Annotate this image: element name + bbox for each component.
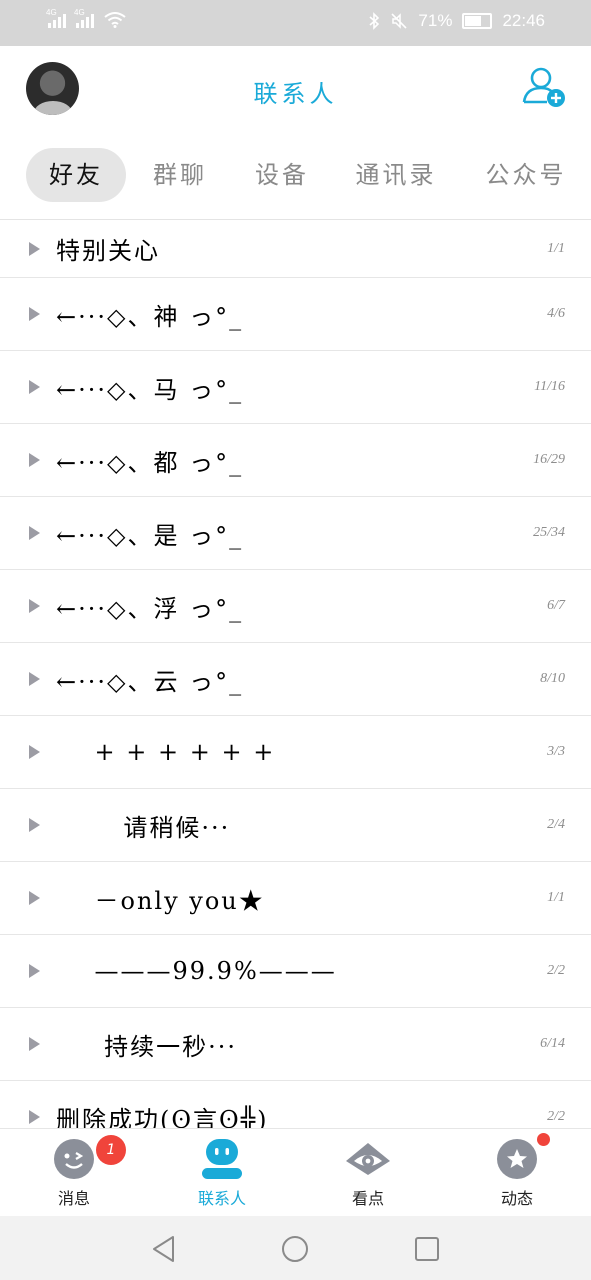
expand-arrow-icon — [29, 891, 40, 905]
nav-moments[interactable]: 动态 — [457, 1129, 577, 1217]
battery-percent: 71% — [418, 11, 453, 30]
contacts-icon — [202, 1139, 242, 1179]
expand-arrow-icon — [29, 745, 40, 759]
network-type-label: 4G — [74, 8, 85, 17]
messages-icon — [54, 1139, 94, 1179]
unread-badge: 1 — [96, 1135, 126, 1165]
tab-official-accounts[interactable]: 公众号 — [474, 148, 578, 202]
group-name: ←···◇、浮 っ°_ — [56, 594, 244, 623]
tab-address-book[interactable]: 通讯录 — [344, 148, 448, 202]
group-count: 2/4 — [547, 817, 565, 832]
expand-arrow-icon — [29, 818, 40, 832]
group-row[interactable]: ←···◇、神 っ°_ 4/6 — [0, 278, 591, 351]
group-count: 6/7 — [547, 598, 565, 613]
group-name: 删除成功(ʘ言ʘ╬) — [56, 1105, 269, 1129]
group-name: ←···◇、云 っ°_ — [56, 667, 244, 696]
group-name: ———99.9%——— — [56, 957, 337, 985]
nav-moments-label: 动态 — [500, 1189, 533, 1208]
group-row[interactable]: －only you★ 1/1 — [0, 862, 591, 935]
network-type-label: 4G — [46, 8, 57, 17]
group-name: 特别关心 — [56, 237, 160, 265]
page-title: 联系人 — [253, 80, 338, 108]
add-friend-icon[interactable] — [521, 64, 567, 110]
moments-star-icon — [497, 1139, 537, 1179]
wifi-icon — [104, 12, 126, 28]
expand-arrow-icon — [29, 599, 40, 613]
tab-groups[interactable]: 群聊 — [138, 148, 222, 202]
contact-tabs: 好友 群聊 设备 通讯录 公众号 — [0, 148, 591, 202]
group-name: ←···◇、马 っ°_ — [56, 375, 244, 404]
nav-contacts[interactable]: 联系人 — [162, 1129, 282, 1217]
home-icon[interactable] — [280, 1234, 310, 1264]
expand-arrow-icon — [29, 1037, 40, 1051]
recents-icon[interactable] — [412, 1234, 442, 1264]
group-row[interactable]: 特别关心 1/1 — [0, 220, 591, 278]
group-count: 25/34 — [533, 525, 565, 540]
clock: 22:46 — [502, 11, 545, 30]
expand-arrow-icon — [29, 453, 40, 467]
notification-dot — [537, 1133, 550, 1146]
group-name: ←···◇、是 っ°_ — [56, 521, 244, 550]
back-icon[interactable] — [149, 1234, 179, 1264]
tab-devices[interactable]: 设备 — [240, 148, 324, 202]
group-row[interactable]: 删除成功(ʘ言ʘ╬) 2/2 — [0, 1081, 591, 1128]
cell-signal-2-icon: 4G — [74, 8, 94, 28]
friend-group-list: 特别关心 1/1 ←···◇、神 っ°_ 4/6 ←···◇、马 っ°_ 11/16 … — [0, 219, 591, 1128]
expand-arrow-icon — [29, 964, 40, 978]
expand-arrow-icon — [29, 526, 40, 540]
system-nav-bar — [0, 1216, 591, 1280]
group-count: 11/16 — [534, 379, 565, 394]
group-row[interactable]: ←···◇、浮 っ°_ 6/7 — [0, 570, 591, 643]
group-row[interactable]: ←···◇、马 っ°_ 11/16 — [0, 351, 591, 424]
bluetooth-icon — [369, 12, 380, 30]
group-row[interactable]: ←···◇、都 っ°_ 16/29 — [0, 424, 591, 497]
nav-watch-label: 看点 — [351, 1189, 384, 1208]
group-row[interactable]: + + + + + + 3/3 — [0, 716, 591, 789]
tab-friends[interactable]: 好友 — [26, 148, 126, 202]
group-row[interactable]: ←···◇、是 っ°_ 25/34 — [0, 497, 591, 570]
group-row[interactable]: ←···◇、云 っ°_ 8/10 — [0, 643, 591, 716]
group-count: 8/10 — [540, 671, 565, 686]
expand-arrow-icon — [29, 1110, 40, 1124]
group-row[interactable]: 持续一秒··· 6/14 — [0, 1008, 591, 1081]
watch-eye-icon — [346, 1143, 390, 1175]
group-count: 4/6 — [547, 306, 565, 321]
group-name: 请稍候··· — [56, 813, 231, 842]
cell-signal-1-icon: 4G — [46, 8, 66, 28]
nav-contacts-label: 联系人 — [197, 1189, 246, 1208]
mute-icon — [391, 13, 407, 29]
group-count: 2/2 — [547, 963, 565, 978]
group-count: 16/29 — [533, 452, 565, 467]
nav-watch[interactable]: 看点 — [308, 1129, 428, 1217]
bottom-nav: 1 消息 联系人 看点 动态 — [0, 1128, 591, 1217]
expand-arrow-icon — [29, 241, 40, 256]
battery-icon — [462, 13, 493, 29]
expand-arrow-icon — [29, 672, 40, 686]
group-name: 持续一秒··· — [56, 1032, 238, 1061]
group-count: 6/14 — [540, 1036, 565, 1051]
header: 联系人 — [0, 46, 591, 136]
group-name: ←···◇、都 っ°_ — [56, 448, 244, 477]
nav-messages[interactable]: 1 消息 — [14, 1129, 134, 1217]
group-count: 2/2 — [547, 1109, 565, 1124]
group-name: －only you★ — [56, 886, 265, 915]
group-name: + + + + + + — [56, 738, 276, 766]
group-name: ←···◇、神 っ°_ — [56, 302, 244, 331]
expand-arrow-icon — [29, 307, 40, 321]
expand-arrow-icon — [29, 380, 40, 394]
group-row[interactable]: ———99.9%——— 2/2 — [0, 935, 591, 1008]
status-bar: 4G 4G 71% 22:46 — [0, 0, 591, 46]
group-row[interactable]: 请稍候··· 2/4 — [0, 789, 591, 862]
group-count: 1/1 — [547, 890, 565, 905]
nav-messages-label: 消息 — [57, 1189, 90, 1208]
group-count: 1/1 — [547, 240, 565, 256]
group-count: 3/3 — [547, 744, 565, 759]
